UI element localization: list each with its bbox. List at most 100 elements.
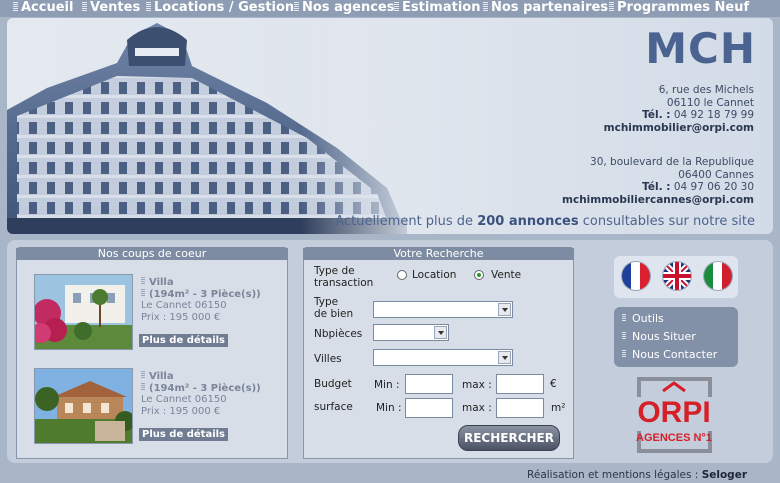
nav-locations[interactable]: Locations / Gestion	[146, 0, 294, 17]
vente-option-label[interactable]: Vente	[491, 269, 521, 281]
listing-count-tagline: Actuellement plus de 200 annonces consul…	[335, 214, 755, 229]
nav-label: Locations / Gestion	[154, 0, 295, 15]
property-size: (194m² - 3 Pièce(s))	[141, 289, 261, 301]
tagline-text: consultables sur notre site	[582, 214, 755, 229]
surface-label: surface	[314, 401, 353, 413]
bullet-icon	[609, 2, 614, 11]
location-radio[interactable]	[397, 270, 407, 280]
budget-max-label: max :	[462, 379, 492, 391]
nav-accueil[interactable]: Accueil	[13, 0, 73, 17]
property-size: (194m² - 3 Pièce(s))	[141, 383, 261, 395]
city-select[interactable]	[373, 349, 513, 366]
rooms-select[interactable]	[373, 324, 449, 341]
phone: 04 92 18 79 99	[673, 109, 754, 121]
link-label: Nous Situer	[632, 330, 696, 343]
budget-max-input[interactable]	[496, 374, 544, 394]
city: 06400 Cannes	[678, 168, 754, 181]
email-link[interactable]: mchimmobilier@orpi.com	[604, 122, 754, 135]
transaction-type-label: Type de transaction	[314, 265, 373, 289]
nav-estimation[interactable]: Estimation	[394, 0, 480, 17]
surface-min-input[interactable]	[405, 398, 453, 418]
nav-programmes-neuf[interactable]: Programmes Neuf	[609, 0, 749, 17]
phone: 04 97 06 20 30	[673, 181, 754, 193]
property-info-2: Villa (194m² - 3 Pièce(s)) Le Cannet 061…	[141, 371, 261, 417]
email-link[interactable]: mchimmobiliercannes@orpi.com	[562, 194, 754, 207]
details-button-2[interactable]: Plus de détails	[139, 428, 229, 441]
label-line: Type de	[314, 265, 355, 277]
label-line: transaction	[314, 277, 374, 289]
favorites-title: Nos coups de coeur	[16, 247, 288, 260]
budget-min-input[interactable]	[405, 374, 453, 394]
orpi-logo[interactable]: ORPI AGENCES N°1	[623, 375, 726, 455]
nav-agences[interactable]: Nos agences	[294, 0, 395, 17]
property-city: Le Cannet 06150	[141, 300, 227, 311]
property-type-select[interactable]	[373, 301, 513, 318]
link-label: Nous Contacter	[632, 348, 718, 361]
street: 30, boulevard de la Republique	[590, 156, 754, 168]
bullet-icon	[13, 2, 18, 11]
nav-label: Ventes	[90, 0, 141, 15]
bullet-icon	[82, 2, 87, 11]
tel-label: Tél. :	[642, 181, 671, 193]
france-flag-icon[interactable]	[622, 262, 650, 290]
chevron-down-icon[interactable]	[498, 351, 511, 364]
nav-partenaires[interactable]: Nos partenaires	[483, 0, 608, 17]
property-type-label: Type de bien	[314, 296, 353, 320]
bullet-icon	[294, 2, 299, 11]
agency-address-2: 30, boulevard de la Republique 06400 Can…	[562, 156, 754, 206]
agency-brand: MCH	[645, 24, 756, 73]
surface-max-input[interactable]	[496, 398, 544, 418]
bullet-icon	[146, 2, 151, 11]
footer-credits: Réalisation et mentions légales : Seloge…	[527, 469, 747, 481]
budget-label: Budget	[314, 378, 352, 390]
main-panel: Nos coups de coeur Villa (194m² - 3 Pièc…	[7, 240, 773, 463]
agency-address-1: 6, rue des Michels 06110 le Cannet Tél. …	[604, 84, 754, 134]
rooms-label: Nbpièces	[314, 328, 363, 340]
property-city: Le Cannet 06150	[141, 394, 227, 405]
search-title: Votre Recherche	[303, 247, 574, 260]
tagline-text: Actuellement plus de	[335, 214, 474, 229]
header-banner: MCH 6, rue des Michels 06110 le Cannet T…	[7, 18, 773, 234]
location-option-label[interactable]: Location	[412, 269, 456, 281]
italy-flag-icon[interactable]	[704, 262, 732, 290]
currency-label: €	[550, 378, 557, 390]
link-outils[interactable]: Outils	[622, 312, 664, 325]
favorites-box: Nos coups de coeur Villa (194m² - 3 Pièc…	[16, 247, 288, 459]
label-line: Type	[314, 296, 339, 308]
surface-max-label: max :	[462, 402, 492, 414]
street: 6, rue des Michels	[658, 84, 754, 96]
uk-flag-icon[interactable]	[663, 262, 691, 290]
city-label: Villes	[314, 353, 342, 365]
search-button[interactable]: RECHERCHER	[458, 425, 560, 451]
link-nous-situer[interactable]: Nous Situer	[622, 330, 696, 343]
chevron-down-icon[interactable]	[434, 326, 447, 339]
property-photo-1[interactable]	[34, 274, 133, 350]
link-label: Outils	[632, 312, 664, 325]
property-photo-2[interactable]	[34, 368, 133, 444]
top-navigation: Accueil Ventes Locations / Gestion Nos a…	[0, 0, 780, 17]
bullet-icon	[394, 2, 399, 11]
language-selector	[614, 256, 738, 298]
chevron-down-icon[interactable]	[498, 303, 511, 316]
seloger-link[interactable]: Seloger	[702, 469, 747, 481]
svg-text:AGENCES N°1: AGENCES N°1	[636, 432, 712, 444]
property-info-1: Villa (194m² - 3 Pièce(s)) Le Cannet 061…	[141, 277, 261, 323]
surface-min-label: Min :	[376, 402, 402, 414]
property-price: Prix : 195 000 €	[141, 311, 221, 323]
details-button-1[interactable]: Plus de détails	[139, 334, 229, 347]
nav-ventes[interactable]: Ventes	[82, 0, 140, 17]
property-type: Villa	[141, 277, 261, 289]
nav-label: Programmes Neuf	[617, 0, 750, 15]
bullet-icon	[483, 2, 488, 11]
link-nous-contacter[interactable]: Nous Contacter	[622, 348, 717, 361]
side-links-box: Outils Nous Situer Nous Contacter	[614, 307, 738, 367]
hotel-carlton-image	[7, 18, 427, 234]
nav-label: Nos partenaires	[491, 0, 609, 15]
area-unit-label: m²	[551, 402, 566, 414]
tel-label: Tél. :	[642, 109, 671, 121]
property-price: Prix : 195 000 €	[141, 405, 221, 417]
nav-label: Estimation	[402, 0, 481, 15]
vente-radio[interactable]	[474, 270, 484, 280]
nav-label: Nos agences	[302, 0, 395, 15]
label-line: de bien	[314, 308, 354, 320]
